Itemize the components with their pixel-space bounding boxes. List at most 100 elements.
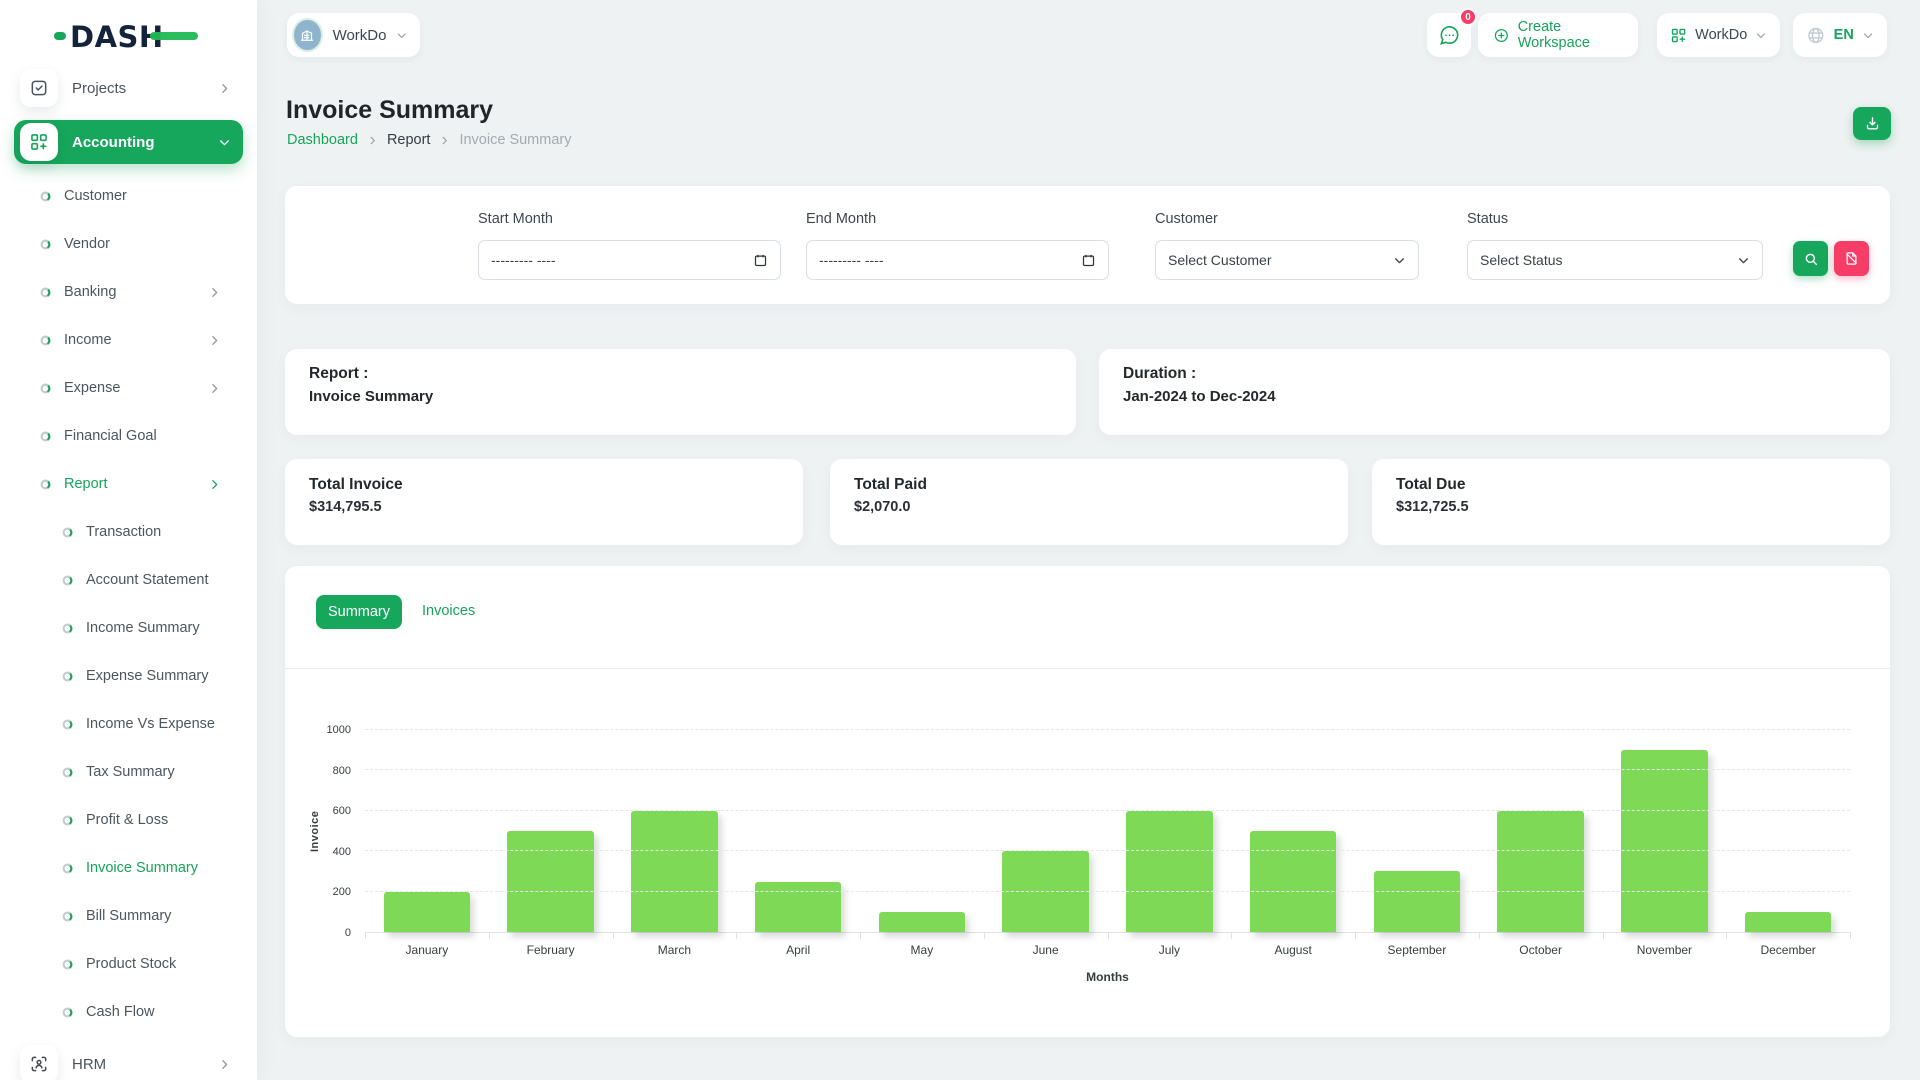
total-invoice-card: Total Invoice $314,795.5	[285, 459, 803, 545]
total-paid-value: $2,070.0	[854, 499, 910, 515]
bullet-icon	[40, 431, 51, 442]
bar-september[interactable]	[1374, 871, 1461, 932]
sidebar-item-label: Profit & Loss	[86, 812, 168, 828]
chevron-down-icon	[1393, 254, 1406, 267]
bar-april[interactable]	[755, 882, 842, 933]
x-axis-tick	[1108, 932, 1109, 939]
bar-slot	[984, 730, 1108, 932]
sidebar-item-customer[interactable]: Customer	[0, 172, 257, 220]
workdo-menu[interactable]: WorkDo	[1657, 13, 1780, 57]
bullet-icon	[62, 959, 73, 970]
sidebar-item-projects[interactable]: Projects	[14, 66, 243, 110]
chevron-right-icon	[208, 382, 221, 395]
sidebar-item-product-stock[interactable]: Product Stock	[0, 940, 257, 988]
sidebar-item-bill-summary[interactable]: Bill Summary	[0, 892, 257, 940]
y-axis-label: 600	[291, 805, 351, 817]
total-paid-card: Total Paid $2,070.0	[830, 459, 1348, 545]
bullet-icon	[62, 1007, 73, 1018]
sidebar-item-expense[interactable]: Expense	[0, 364, 257, 412]
bar-november[interactable]	[1621, 750, 1708, 932]
sidebar: DASH ProjectsAccountingCustomerVendorBan…	[0, 0, 257, 1080]
tab-invoices[interactable]: Invoices	[422, 603, 475, 619]
bullet-icon	[40, 479, 51, 490]
sidebar-item-label: Income	[64, 332, 112, 348]
x-axis-tick	[984, 932, 985, 939]
apply-filter-button[interactable]	[1793, 241, 1828, 276]
search-icon	[1803, 251, 1819, 267]
bar-october[interactable]	[1497, 811, 1584, 932]
bar-december[interactable]	[1745, 912, 1832, 932]
reset-filter-button[interactable]	[1834, 241, 1869, 276]
filter-card: Start Month --------- ---- End Month ---…	[285, 186, 1890, 304]
bar-july[interactable]	[1126, 811, 1213, 932]
chevron-right-icon	[218, 82, 231, 95]
status-label: Status	[1467, 211, 1508, 227]
start-month-value: --------- ----	[491, 252, 753, 268]
bar-may[interactable]	[879, 912, 966, 932]
total-due-label: Total Due	[1396, 476, 1465, 494]
duration-value: Jan-2024 to Dec-2024	[1123, 388, 1276, 405]
bar-august[interactable]	[1250, 831, 1337, 932]
sidebar-item-report[interactable]: Report	[0, 460, 257, 508]
end-month-value: --------- ----	[819, 252, 1081, 268]
sidebar-item-accounting[interactable]: Accounting	[14, 120, 243, 164]
x-axis-tick	[1479, 932, 1480, 939]
language-selector[interactable]: EN	[1793, 13, 1887, 57]
sidebar-item-invoice-summary[interactable]: Invoice Summary	[0, 844, 257, 892]
bar-slot	[1479, 730, 1603, 932]
sidebar-item-income[interactable]: Income	[0, 316, 257, 364]
x-axis-tick	[736, 932, 737, 939]
total-due-card: Total Due $312,725.5	[1372, 459, 1890, 545]
bullet-icon	[40, 191, 51, 202]
download-button[interactable]	[1853, 107, 1891, 140]
bar-february[interactable]	[507, 831, 594, 932]
x-axis-label: October	[1479, 943, 1603, 957]
breadcrumb-dashboard[interactable]: Dashboard	[287, 132, 358, 148]
customer-label: Customer	[1155, 211, 1218, 227]
duration-info-card: Duration : Jan-2024 to Dec-2024	[1099, 349, 1890, 435]
workspace-name: WorkDo	[333, 27, 387, 44]
sidebar-item-vendor[interactable]: Vendor	[0, 220, 257, 268]
grid-plus-icon	[1670, 26, 1687, 45]
customer-select[interactable]: Select Customer	[1155, 240, 1419, 280]
end-month-input[interactable]: --------- ----	[806, 240, 1109, 280]
sidebar-item-cash-flow[interactable]: Cash Flow	[0, 988, 257, 1036]
sidebar-item-banking[interactable]: Banking	[0, 268, 257, 316]
sidebar-item-hrm[interactable]: HRM	[14, 1042, 243, 1080]
chart-y-axis-title: Invoice	[307, 730, 323, 933]
bar-january[interactable]	[384, 892, 471, 932]
bullet-icon	[62, 863, 73, 874]
sidebar-item-profit-loss[interactable]: Profit & Loss	[0, 796, 257, 844]
status-select[interactable]: Select Status	[1467, 240, 1763, 280]
bar-slot	[1231, 730, 1355, 932]
sidebar-item-income-vs-expense[interactable]: Income Vs Expense	[0, 700, 257, 748]
bullet-icon	[62, 911, 73, 922]
bar-march[interactable]	[631, 811, 718, 932]
breadcrumb-report[interactable]: Report	[387, 132, 431, 148]
sidebar-item-expense-summary[interactable]: Expense Summary	[0, 652, 257, 700]
sidebar-item-label: Report	[64, 476, 108, 492]
report-value: Invoice Summary	[309, 388, 433, 405]
sidebar-item-account-statement[interactable]: Account Statement	[0, 556, 257, 604]
file-off-icon	[1844, 251, 1859, 266]
sidebar-item-tax-summary[interactable]: Tax Summary	[0, 748, 257, 796]
chart-x-axis-labels: JanuaryFebruaryMarchAprilMayJuneJulyAugu…	[365, 943, 1850, 957]
sidebar-item-transaction[interactable]: Transaction	[0, 508, 257, 556]
bar-slot	[1355, 730, 1479, 932]
chart-card: Summary Invoices Invoice JanuaryFebruary…	[285, 566, 1890, 1037]
create-workspace-button[interactable]: Create Workspace	[1478, 13, 1638, 57]
start-month-input[interactable]: --------- ----	[478, 240, 781, 280]
sidebar-item-income-summary[interactable]: Income Summary	[0, 604, 257, 652]
gridline	[365, 769, 1850, 770]
sidebar-item-label: Banking	[64, 284, 116, 300]
focus-icon	[20, 1045, 58, 1080]
bullet-icon	[40, 335, 51, 346]
workspace-selector[interactable]: WorkDo	[287, 13, 420, 57]
messages-button[interactable]: 0	[1427, 13, 1471, 57]
x-axis-tick	[613, 932, 614, 939]
sidebar-item-financial-goal[interactable]: Financial Goal	[0, 412, 257, 460]
tab-summary[interactable]: Summary	[316, 595, 402, 629]
gridline	[365, 850, 1850, 851]
workspace-avatar	[292, 18, 323, 52]
x-axis-tick	[1355, 932, 1356, 939]
